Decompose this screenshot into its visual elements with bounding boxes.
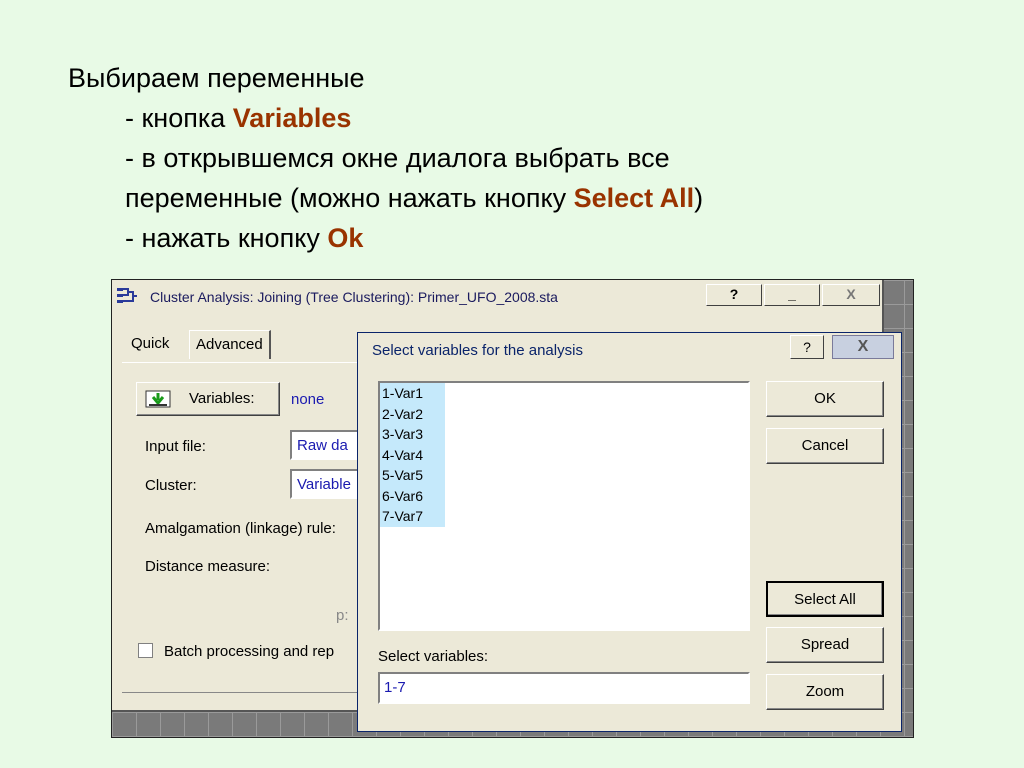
variables-button[interactable]: Variables:: [136, 382, 280, 416]
highlight-ok: Ok: [327, 223, 364, 253]
dialog-help-button[interactable]: ?: [790, 335, 824, 359]
select-all-button[interactable]: Select All: [766, 581, 884, 617]
spread-button[interactable]: Spread: [766, 627, 884, 663]
slide-line-3: - в открывшемся окне диалога выбрать все: [125, 143, 670, 173]
batch-label: Batch processing and rep: [164, 643, 335, 660]
screenshot: Cluster Analysis: Joining (Tree Clusteri…: [111, 279, 914, 738]
select-variables-dialog: Select variables for the analysis ? X 1-…: [357, 332, 902, 732]
list-item[interactable]: 6-Var6: [380, 485, 445, 506]
cancel-button[interactable]: Cancel: [766, 428, 884, 464]
main-titlebar: Cluster Analysis: Joining (Tree Clusteri…: [112, 280, 882, 312]
slide-line-4-suffix: ): [694, 183, 704, 213]
dialog-title: Select variables for the analysis: [372, 342, 583, 359]
list-item[interactable]: 4-Var4: [380, 444, 445, 465]
slide-line-5-text: - нажать кнопку: [125, 223, 328, 253]
slide-line-4-text: переменные (можно нажать кнопку: [125, 183, 574, 213]
slide-line-1: Выбираем переменные: [68, 63, 365, 93]
p-label: p:: [336, 607, 349, 624]
minimize-button[interactable]: _: [764, 284, 820, 306]
list-item[interactable]: 5-Var5: [380, 465, 445, 486]
distance-label: Distance measure:: [145, 558, 271, 575]
select-variables-input[interactable]: 1-7: [378, 672, 750, 704]
slide-text: Выбираем переменные - кнопка Variables -…: [68, 58, 703, 258]
input-file-label: Input file:: [145, 438, 206, 455]
zoom-button[interactable]: Zoom: [766, 674, 884, 710]
slide-line-5: - нажать кнопку Ok: [68, 218, 703, 258]
variables-icon: [145, 390, 171, 408]
variables-value: none: [291, 391, 325, 408]
tab-quick[interactable]: Quick: [125, 330, 175, 358]
amalgamation-label: Amalgamation (linkage) rule:: [145, 520, 336, 537]
highlight-variables: Variables: [232, 103, 352, 133]
cluster-label: Cluster:: [145, 477, 197, 494]
help-button[interactable]: ?: [706, 284, 762, 306]
variables-listbox[interactable]: 1-Var1 2-Var2 3-Var3 4-Var4 5-Var5 6-Var…: [378, 381, 750, 631]
dialog-close-button[interactable]: X: [832, 335, 894, 359]
slide-line-2: - кнопка Variables: [68, 98, 703, 138]
list-item[interactable]: 2-Var2: [380, 403, 445, 424]
highlight-select-all: Select All: [573, 183, 695, 213]
close-button[interactable]: X: [822, 284, 880, 306]
slide-line-4: переменные (можно нажать кнопку Select A…: [68, 178, 703, 218]
cluster-app-icon: [117, 288, 137, 303]
list-item[interactable]: 1-Var1: [380, 383, 445, 404]
ok-button[interactable]: OK: [766, 381, 884, 417]
batch-checkbox[interactable]: [138, 643, 153, 658]
list-item[interactable]: 3-Var3: [380, 424, 445, 445]
slide-line-2-text: - кнопка: [125, 103, 233, 133]
select-variables-label: Select variables:: [378, 648, 489, 665]
tab-advanced[interactable]: Advanced: [189, 330, 271, 359]
variables-button-label: Variables:: [189, 390, 255, 407]
list-item[interactable]: 7-Var7: [380, 506, 445, 527]
main-window-title: Cluster Analysis: Joining (Tree Clusteri…: [150, 289, 558, 305]
